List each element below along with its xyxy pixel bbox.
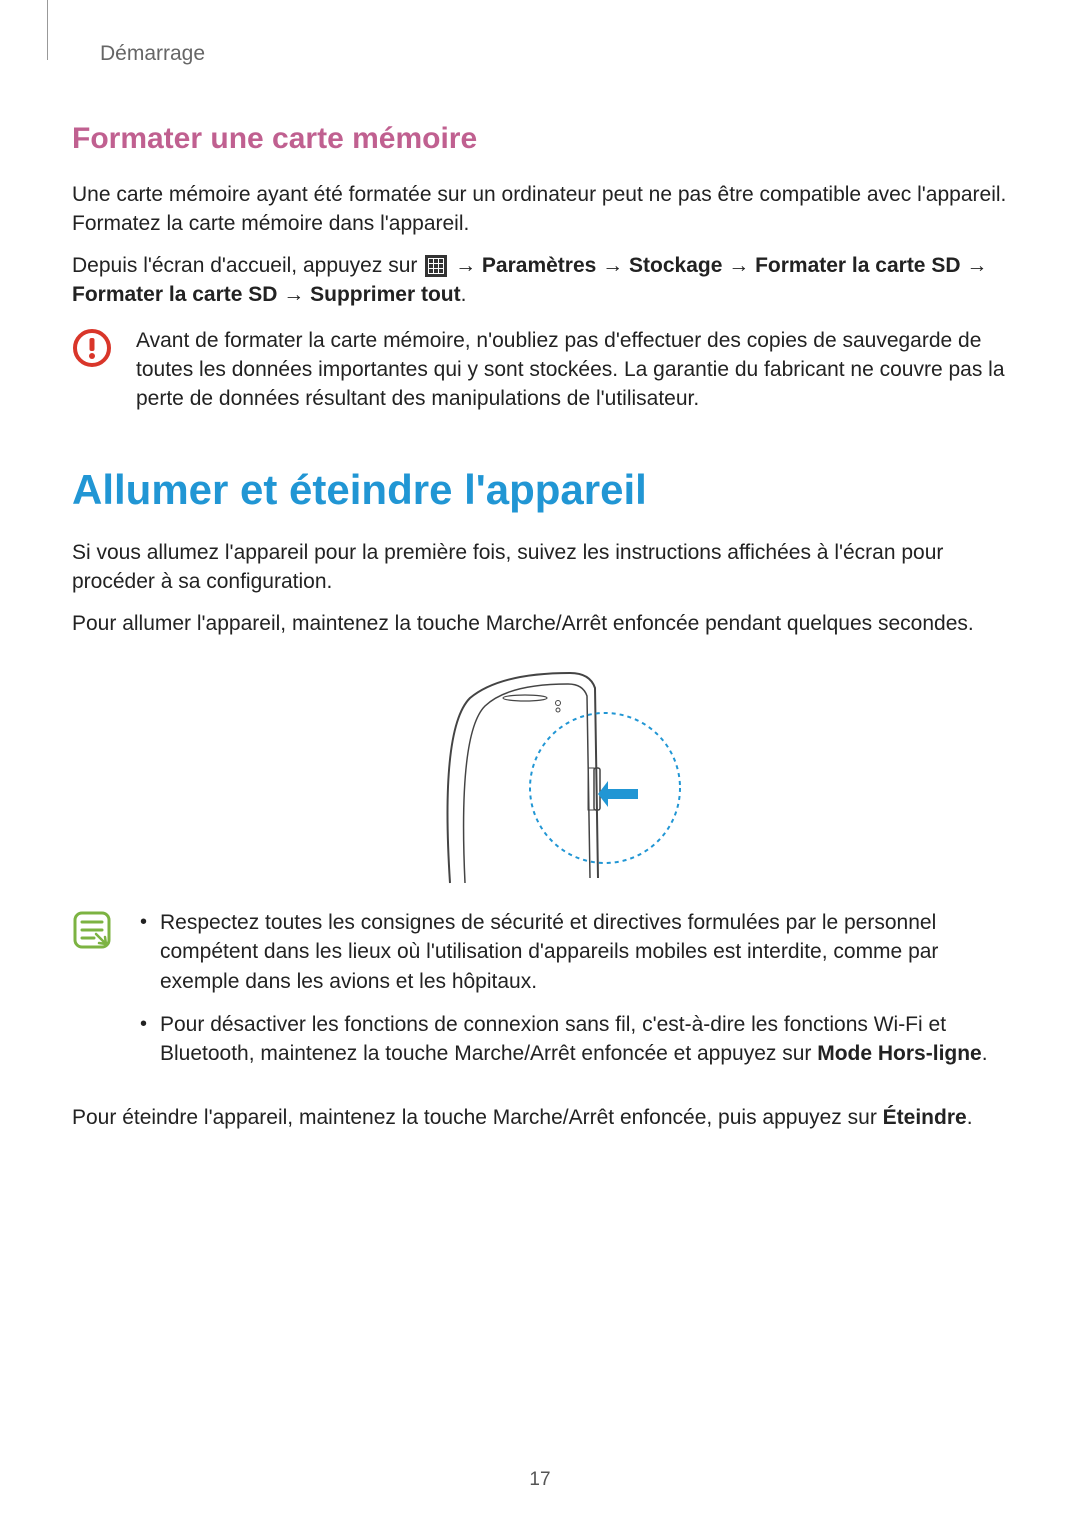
paragraph-first-boot: Si vous allumez l'appareil pour la premi… — [72, 538, 1008, 597]
arrow-icon: → — [283, 283, 304, 306]
warning-callout: Avant de formater la carte mémoire, n'ou… — [72, 326, 1008, 414]
warning-text: Avant de formater la carte mémoire, n'ou… — [136, 326, 1008, 414]
path-formater-sd-2: Formater la carte SD — [72, 283, 277, 306]
note-icon — [72, 910, 112, 950]
path-parametres: Paramètres — [482, 254, 596, 277]
eteindre-label: Éteindre — [883, 1106, 967, 1129]
breadcrumb: Démarrage — [100, 42, 1008, 66]
main-heading-power: Allumer et éteindre l'appareil — [72, 466, 1008, 514]
mode-hors-ligne-label: Mode Hors-ligne — [817, 1042, 982, 1065]
note-item-1: Respectez toutes les consignes de sécuri… — [136, 908, 1008, 996]
paragraph-format-path: Depuis l'écran d'accueil, appuyez sur → … — [72, 251, 1008, 310]
page-content: Démarrage Formater une carte mémoire Une… — [0, 0, 1080, 1132]
apps-grid-icon — [425, 255, 447, 277]
paragraph-format-intro: Une carte mémoire ayant été formatée sur… — [72, 180, 1008, 239]
page-left-rule — [47, 0, 48, 60]
note-text: Respectez toutes les consignes de sécuri… — [136, 908, 1008, 1083]
path-formater-sd-1: Formater la carte SD — [755, 254, 960, 277]
paragraph-power-off: Pour éteindre l'appareil, maintenez la t… — [72, 1103, 1008, 1132]
arrow-icon: → — [455, 254, 476, 277]
path-supprimer-tout: Supprimer tout — [310, 283, 461, 306]
device-illustration — [72, 668, 1008, 888]
note-callout: Respectez toutes les consignes de sécuri… — [72, 908, 1008, 1083]
path-stockage: Stockage — [629, 254, 722, 277]
power-off-suffix: . — [967, 1106, 973, 1129]
path-prefix-text: Depuis l'écran d'accueil, appuyez sur — [72, 254, 423, 277]
arrow-icon: → — [966, 254, 987, 277]
paragraph-power-on: Pour allumer l'appareil, maintenez la to… — [72, 609, 1008, 638]
section-title-format-card: Formater une carte mémoire — [72, 122, 1008, 156]
warning-icon — [72, 328, 112, 368]
note-item-2-suffix: . — [982, 1042, 988, 1065]
page-number: 17 — [0, 1469, 1080, 1491]
power-off-prefix: Pour éteindre l'appareil, maintenez la t… — [72, 1106, 883, 1129]
arrow-icon: → — [728, 254, 749, 277]
arrow-icon: → — [602, 254, 623, 277]
note-item-2: Pour désactiver les fonctions de connexi… — [136, 1010, 1008, 1069]
